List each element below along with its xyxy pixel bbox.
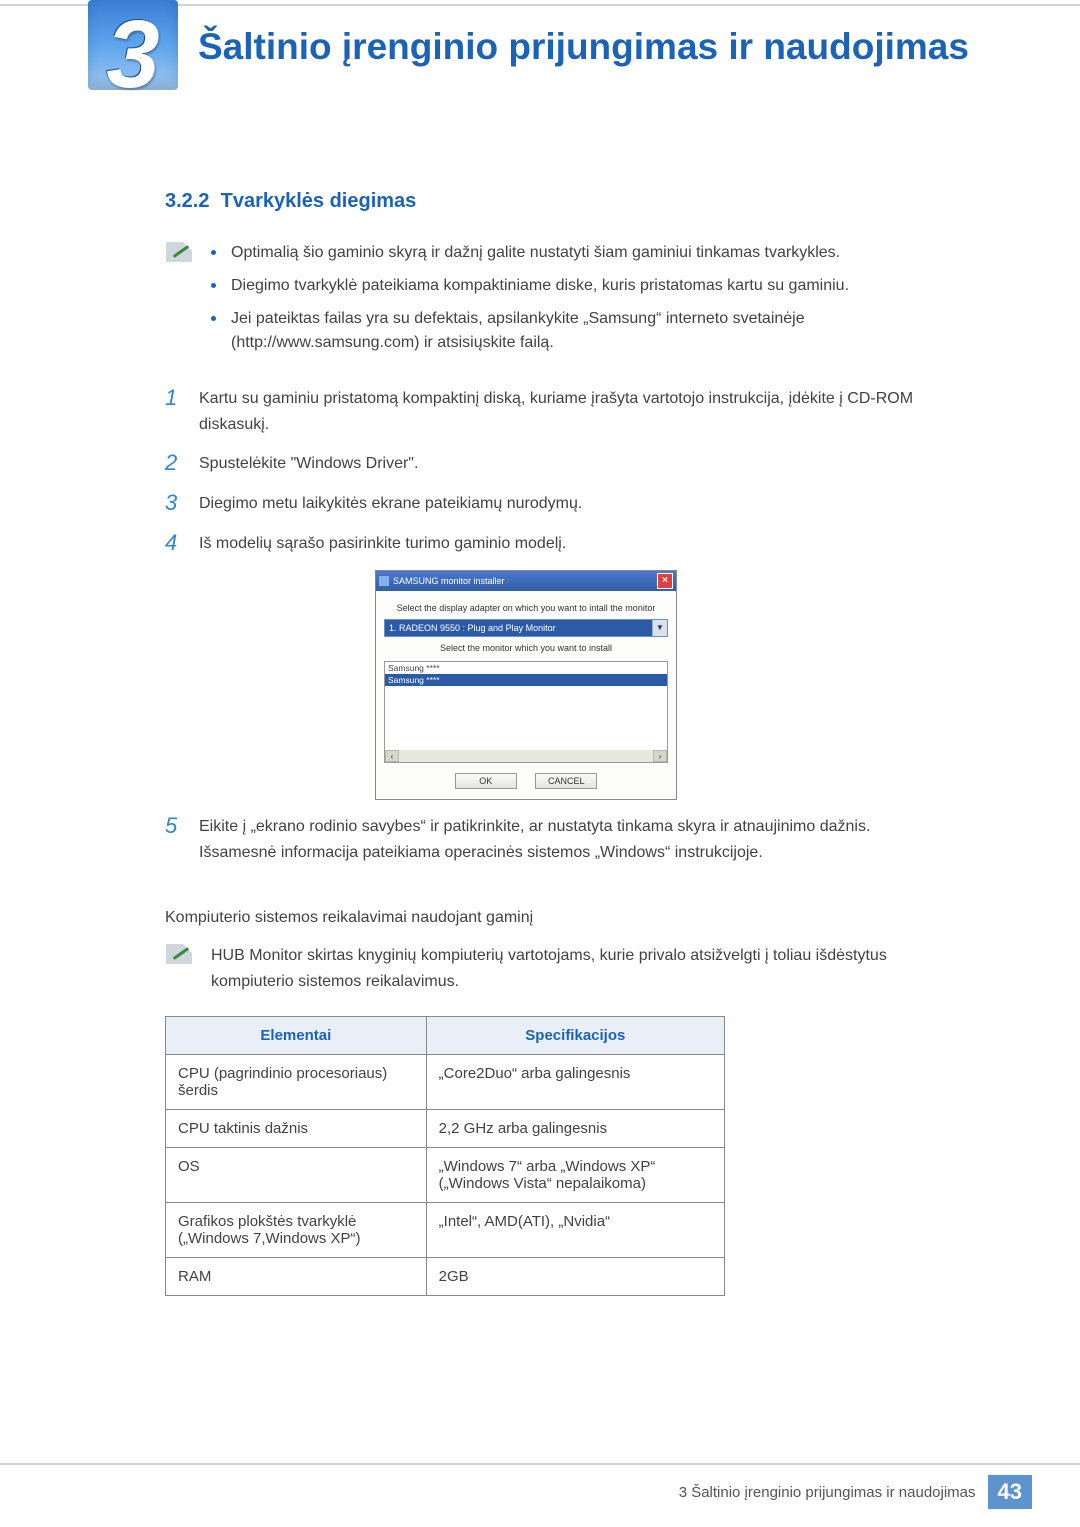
adapter-label: Select the display adapter on which you … — [384, 603, 668, 613]
chapter-badge: 3 — [88, 0, 178, 120]
section-title: Tvarkyklės diegimas — [221, 190, 417, 212]
installer-title: SAMSUNG monitor installer — [393, 576, 653, 586]
requirements-note-text: HUB Monitor skirtas knyginių kompiuterių… — [211, 943, 935, 994]
adapter-dropdown[interactable]: 1. RADEON 9550 : Plug and Play Monitor ▼ — [384, 619, 668, 637]
step-number: 1 — [165, 386, 185, 437]
ok-button[interactable]: OK — [455, 773, 517, 789]
table-row: Grafikos plokštės tvarkyklė („Windows 7,… — [166, 1203, 725, 1258]
scroll-left-icon[interactable]: ‹ — [385, 750, 399, 762]
step-text: Iš modelių sąrašo pasirinkite turimo gam… — [199, 531, 566, 557]
steps-list: 1 Kartu su gaminiu pristatomą kompaktinį … — [165, 386, 935, 556]
requirements-note: HUB Monitor skirtas knyginių kompiuterių… — [165, 943, 935, 994]
note-icon — [165, 943, 193, 965]
window-icon — [379, 576, 389, 586]
step-text: Diegimo metu laikykitės ekrane pateikiam… — [199, 491, 582, 517]
installer-titlebar: SAMSUNG monitor installer × — [376, 571, 676, 591]
step-text: Spustelėkite "Windows Driver". — [199, 451, 418, 477]
intro-bullets: Optimalią šio gaminio skyrą ir dažnį gal… — [211, 241, 901, 364]
table-row: RAM2GB — [166, 1258, 725, 1296]
bullet-item: Jei pateiktas failas yra su defektais, a… — [211, 307, 901, 357]
bullet-item: Diegimo tvarkyklė pateikiama kompaktinia… — [211, 274, 901, 299]
note-block: Optimalią šio gaminio skyrą ir dažnį gal… — [165, 241, 935, 364]
table-row: OS„Windows 7“ arba „Windows XP“ („Window… — [166, 1148, 725, 1203]
page-footer: 3 Šaltinio įrenginio prijungimas ir naud… — [0, 1463, 1080, 1509]
list-item[interactable]: Samsung **** — [385, 674, 667, 686]
adapter-value: 1. RADEON 9550 : Plug and Play Monitor — [385, 623, 652, 633]
chevron-down-icon[interactable]: ▼ — [652, 620, 667, 636]
step-text: Eikite į „ekrano rodinio savybes“ ir pat… — [199, 814, 935, 865]
step-number: 3 — [165, 491, 185, 517]
step-number: 4 — [165, 531, 185, 557]
monitor-listbox[interactable]: Samsung **** Samsung **** ‹ › — [384, 661, 668, 763]
note-icon — [165, 241, 193, 263]
cancel-button[interactable]: CANCEL — [535, 773, 597, 789]
table-header: Elementai — [166, 1017, 427, 1055]
table-header: Specifikacijos — [426, 1017, 724, 1055]
list-item[interactable]: Samsung **** — [385, 662, 667, 674]
requirements-intro: Kompiuterio sistemos reikalavimai naudoj… — [165, 905, 935, 931]
page-number: 43 — [988, 1475, 1032, 1509]
section-number: 3.2.2 — [165, 190, 209, 212]
step-number: 2 — [165, 451, 185, 477]
table-row: CPU taktinis dažnis2,2 GHz arba galinges… — [166, 1110, 725, 1148]
bullet-item: Optimalią šio gaminio skyrą ir dažnį gal… — [211, 241, 901, 266]
step-text: Kartu su gaminiu pristatomą kompaktinį d… — [199, 386, 935, 437]
section-heading: 3.2.2 Tvarkyklės diegimas — [165, 190, 935, 213]
scroll-right-icon[interactable]: › — [653, 750, 667, 762]
chapter-number: 3 — [88, 0, 178, 110]
close-icon[interactable]: × — [657, 573, 673, 589]
monitor-label: Select the monitor which you want to ins… — [384, 643, 668, 653]
steps-list-continued: 5 Eikite į „ekrano rodinio savybes“ ir pa… — [165, 814, 935, 865]
table-row: CPU (pagrindinio procesoriaus) šerdis„Co… — [166, 1055, 725, 1110]
requirements-table: Elementai Specifikacijos CPU (pagrindini… — [165, 1016, 725, 1296]
installer-window: SAMSUNG monitor installer × Select the d… — [375, 570, 677, 800]
footer-crumb: 3 Šaltinio įrenginio prijungimas ir naud… — [679, 1484, 976, 1501]
chapter-title: Šaltinio įrenginio prijungimas ir naudoj… — [198, 26, 969, 68]
step-number: 5 — [165, 814, 185, 865]
horizontal-scrollbar[interactable]: ‹ › — [385, 750, 667, 762]
